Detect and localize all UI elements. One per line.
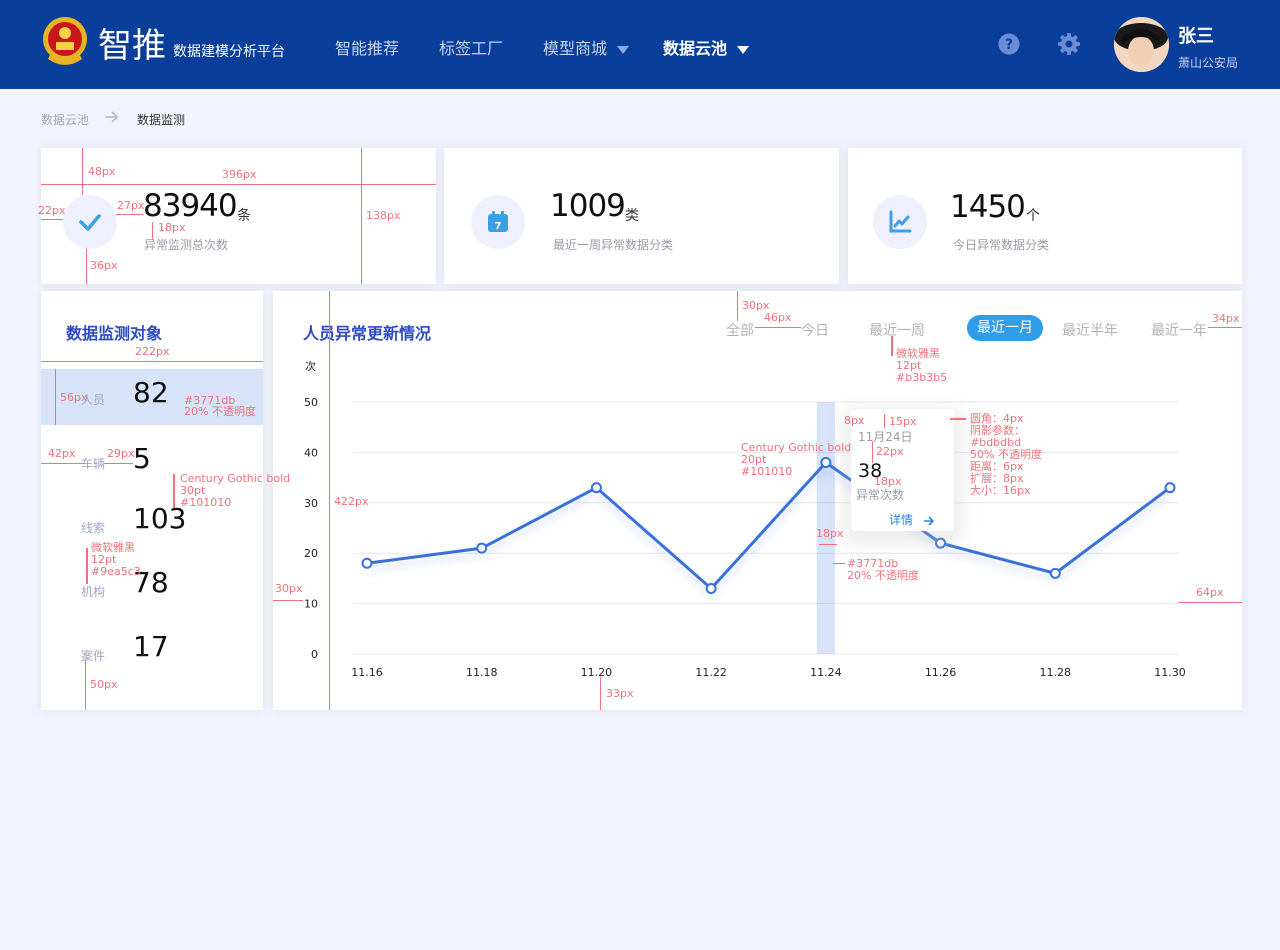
annotation: 18px — [816, 527, 844, 540]
annotation: 42px — [48, 447, 76, 460]
x-tick-label: 11.18 — [466, 666, 498, 679]
data-point[interactable] — [476, 542, 488, 554]
y-ticks: 0 10 20 30 40 50 — [304, 396, 318, 661]
data-point[interactable] — [705, 582, 717, 594]
measure-line — [1178, 602, 1242, 603]
measure-line — [755, 327, 801, 328]
data-point[interactable] — [820, 456, 832, 468]
x-tick-label: 11.16 — [351, 666, 383, 679]
y-tick-label: 10 — [304, 598, 318, 611]
y-tick-label: 0 — [311, 648, 318, 661]
annotation: 18px — [158, 221, 186, 234]
annotation: 22px — [876, 445, 904, 458]
x-tick-label: 11.28 — [1040, 666, 1072, 679]
measure-line — [884, 414, 885, 428]
annotation: 396px — [222, 168, 257, 181]
annotation: 422px — [334, 495, 369, 508]
annotation: 27px — [117, 199, 145, 212]
x-tick-label: 11.30 — [1154, 666, 1186, 679]
measure-line — [41, 361, 263, 362]
y-tick-label: 30 — [304, 497, 318, 510]
arrow-right-icon — [923, 515, 934, 526]
annotation: 22px — [38, 204, 66, 217]
measure-line — [819, 544, 837, 545]
measure-line — [361, 148, 362, 284]
annotation: 20% 不透明度 — [184, 405, 256, 418]
x-tick-label: 11.26 — [925, 666, 957, 679]
measure-line — [86, 249, 87, 284]
data-point[interactable] — [361, 557, 373, 569]
measure-line — [85, 660, 86, 710]
annotation: 138px — [366, 209, 401, 222]
tooltip-label: 异常次数 — [856, 488, 905, 502]
measure-line — [329, 291, 330, 710]
measure-line — [273, 600, 303, 601]
annotation: 29px — [107, 447, 135, 460]
annotation: 8px — [844, 414, 865, 427]
measure-line — [41, 184, 436, 185]
annotation: 48px — [88, 165, 116, 178]
measure-line — [737, 291, 738, 321]
annotation: 33px — [606, 687, 634, 700]
measure-line — [86, 548, 88, 584]
measure-line — [950, 418, 966, 420]
data-point[interactable] — [590, 482, 602, 494]
data-point[interactable] — [1049, 567, 1061, 579]
annotation: 50px — [90, 678, 118, 691]
measure-line — [41, 219, 63, 220]
x-tick-label: 11.22 — [695, 666, 727, 679]
measure-line — [1208, 327, 1242, 328]
y-tick-label: 40 — [304, 446, 318, 459]
tooltip-detail-link[interactable]: 详情 — [889, 511, 935, 528]
measure-line — [104, 463, 133, 464]
data-point[interactable] — [935, 537, 947, 549]
data-point[interactable] — [1164, 482, 1176, 494]
annotation: 56px — [60, 391, 88, 404]
measure-line — [82, 148, 83, 195]
measure-line — [116, 214, 143, 215]
annotation: 46px — [764, 311, 792, 324]
annotation: #101010 — [741, 465, 793, 478]
annotation: 30px — [275, 582, 303, 595]
measure-line — [600, 677, 601, 710]
measure-line — [833, 563, 845, 564]
annotation: 18px — [874, 475, 902, 488]
x-tick-label: 11.24 — [810, 666, 842, 679]
annotation: 222px — [135, 345, 170, 358]
annotation: #9ea5c3 — [91, 565, 141, 578]
annotation: 34px — [1212, 312, 1240, 325]
measure-line — [891, 336, 893, 356]
y-axis-label: 次 — [305, 359, 316, 373]
measure-line — [173, 474, 175, 508]
annotation: 大小：16px — [970, 484, 1031, 497]
measure-line — [872, 441, 873, 463]
annotation: #101010 — [180, 496, 232, 509]
measure-line — [55, 369, 56, 425]
measure-line — [41, 463, 83, 464]
y-tick-label: 20 — [304, 547, 318, 560]
annotation: 64px — [1196, 586, 1224, 599]
annotation: 15px — [889, 415, 917, 428]
annotation: 36px — [90, 259, 118, 272]
detail-label: 详情 — [889, 513, 914, 527]
x-ticks: 11.16 11.18 11.20 11.22 11.24 11.26 11.28 11.30 — [351, 666, 1186, 679]
series-line — [366, 460, 1171, 591]
annotation: 20% 不透明度 — [847, 569, 919, 582]
measure-line — [152, 222, 153, 240]
annotation: #b3b3b5 — [896, 371, 948, 384]
x-tick-label: 11.20 — [581, 666, 613, 679]
tooltip-date: 11月24日 — [858, 430, 913, 444]
y-tick-label: 50 — [304, 396, 318, 409]
